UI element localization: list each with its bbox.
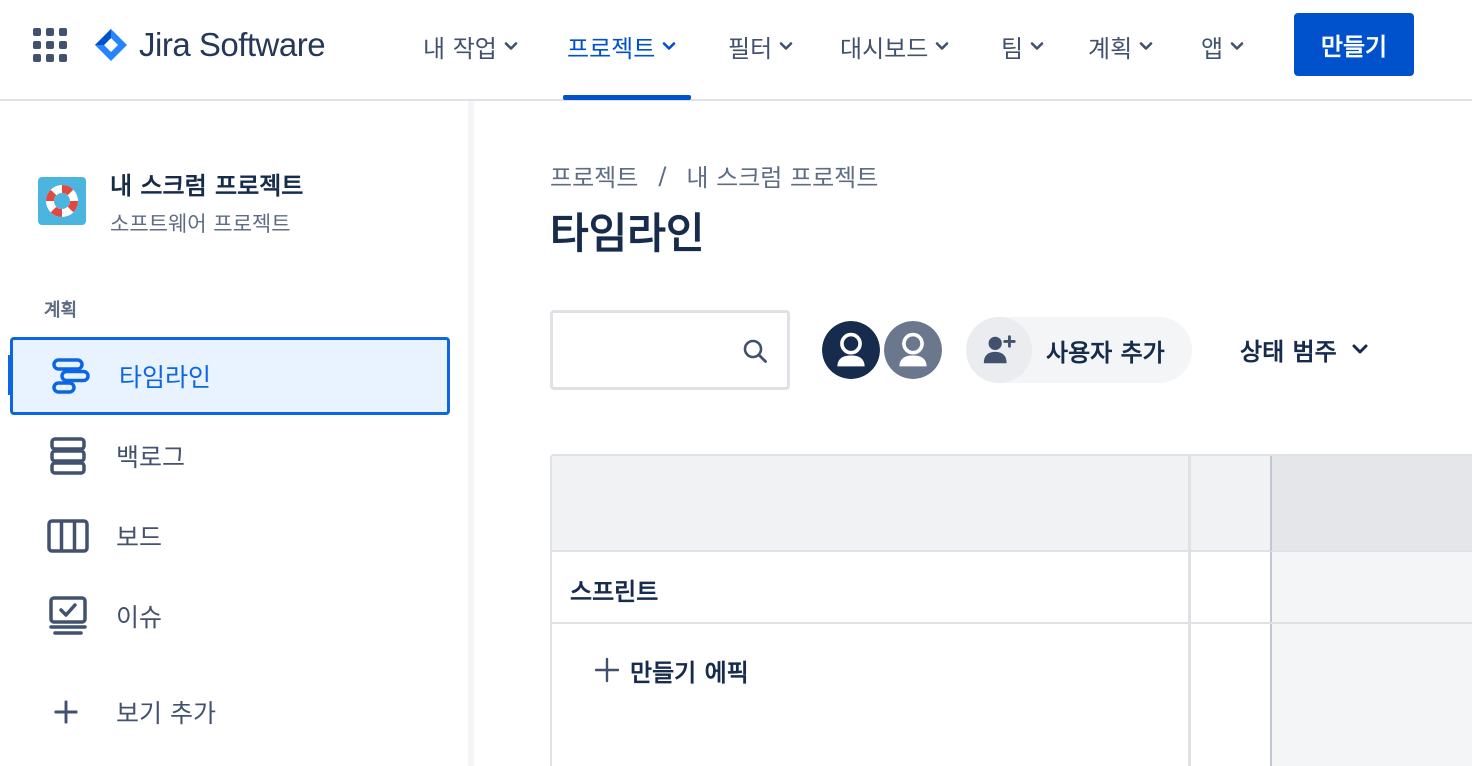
create-epic-label: 만들기 에픽	[630, 658, 749, 687]
create-button[interactable]: 만들기	[1294, 13, 1414, 76]
issues-icon	[49, 596, 87, 635]
sidebar-section-planning: 계획	[44, 300, 78, 321]
nav-dashboards[interactable]: 대시보드	[840, 26, 949, 66]
board-icon	[47, 519, 89, 553]
plus-icon	[594, 657, 620, 683]
create-epic-button[interactable]: 만들기 에픽	[594, 652, 749, 688]
add-user-label: 사용자 추가	[1046, 338, 1165, 367]
page-title: 타임라인	[550, 209, 705, 258]
add-user-icon-wrap	[966, 317, 1032, 383]
nav-apps[interactable]: 앱	[1201, 26, 1244, 66]
jira-logo[interactable]: Jira Software	[93, 25, 326, 65]
chevron-down-icon	[1352, 344, 1368, 354]
sidebar-item-label: 백로그	[116, 443, 186, 472]
chevron-down-icon	[1230, 42, 1244, 50]
top-navigation: Jira Software 내 작업 프로젝트 필터 대시보드 팀 계획 앱 만…	[0, 0, 1472, 101]
nav-label: 앱	[1201, 34, 1224, 63]
nav-active-indicator	[563, 95, 691, 100]
nav-projects[interactable]: 프로젝트	[567, 26, 676, 66]
search-icon	[743, 339, 767, 363]
chevron-down-icon	[779, 42, 793, 50]
user-avatar-2[interactable]	[881, 318, 945, 382]
nav-label: 팀	[1001, 34, 1024, 63]
nav-label: 프로젝트	[567, 34, 656, 63]
sidebar-item-add-view[interactable]: 보기 추가	[10, 673, 450, 751]
breadcrumb-separator: /	[658, 161, 667, 190]
app-switcher-icon[interactable]	[33, 28, 67, 62]
timeline-sprint-row	[552, 552, 1472, 624]
timeline-grid: 스프린트 만들기 에픽	[550, 454, 1472, 766]
breadcrumb-project[interactable]: 내 스크럼 프로젝트	[686, 158, 878, 193]
sidebar-item-label: 보기 추가	[116, 699, 216, 728]
backlog-icon	[50, 437, 86, 475]
user-avatar-icon	[822, 321, 880, 379]
sidebar-item-board[interactable]: 보드	[10, 497, 450, 575]
status-filter-label: 상태 범주	[1240, 337, 1337, 366]
timeline-month-header	[1270, 456, 1472, 552]
nav-label: 필터	[728, 34, 773, 63]
add-user-icon	[983, 335, 1016, 364]
user-avatar-1[interactable]	[819, 318, 883, 382]
nav-plans[interactable]: 계획	[1088, 26, 1153, 66]
chevron-down-icon	[663, 42, 676, 50]
chevron-down-icon	[1139, 42, 1153, 50]
sidebar-resize-handle[interactable]	[468, 101, 474, 766]
user-avatar-icon	[884, 321, 942, 379]
nav-my-work[interactable]: 내 작업	[423, 26, 518, 66]
project-name[interactable]: 내 스크럼 프로젝트	[110, 166, 303, 201]
search-input[interactable]	[565, 327, 735, 373]
status-category-filter[interactable]: 상태 범주	[1240, 326, 1369, 372]
sidebar-item-timeline[interactable]: 타임라인	[10, 337, 450, 415]
project-type: 소프트웨어 프로젝트	[110, 212, 291, 236]
add-user-button[interactable]: 사용자 추가	[966, 317, 1192, 383]
lifebuoy-icon	[46, 185, 78, 217]
chevron-down-icon	[936, 42, 949, 50]
sidebar-item-label: 이슈	[116, 603, 163, 632]
breadcrumb-projects[interactable]: 프로젝트	[550, 158, 638, 193]
jira-diamond-icon	[95, 29, 127, 61]
breadcrumb: 프로젝트 / 내 스크럼 프로젝트	[550, 158, 878, 193]
nav-filters[interactable]: 필터	[728, 26, 793, 66]
chevron-down-icon	[504, 42, 518, 50]
sidebar-item-backlog[interactable]: 백로그	[10, 417, 450, 495]
sidebar-item-label: 타임라인	[119, 363, 212, 392]
plus-icon	[54, 700, 78, 724]
sidebar-item-issues[interactable]: 이슈	[10, 577, 450, 655]
sprint-row-label: 스프린트	[570, 578, 659, 606]
nav-label: 내 작업	[423, 34, 497, 63]
nav-label: 계획	[1088, 34, 1133, 63]
search-field[interactable]	[550, 310, 790, 390]
app-name: Jira Software	[139, 26, 326, 63]
nav-label: 대시보드	[840, 34, 929, 63]
chevron-down-icon	[1030, 42, 1044, 50]
nav-teams[interactable]: 팀	[1001, 26, 1044, 66]
timeline-icon	[52, 358, 90, 394]
project-avatar[interactable]	[38, 177, 86, 225]
sidebar-item-label: 보드	[116, 523, 163, 552]
